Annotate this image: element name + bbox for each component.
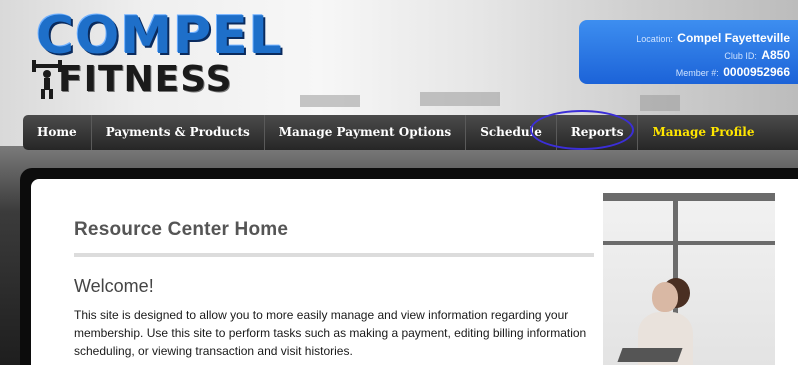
main-nav: Home Payments & Products Manage Payment … bbox=[23, 115, 798, 150]
annotation-circle bbox=[530, 110, 634, 150]
person-head bbox=[652, 282, 678, 312]
member-number-label: Member #: bbox=[675, 68, 719, 78]
title-divider bbox=[74, 253, 594, 257]
nav-manage-profile[interactable]: Manage Profile bbox=[638, 115, 768, 150]
treadmill bbox=[617, 348, 683, 362]
compel-fitness-logo[interactable]: COMPEL FITNESS bbox=[30, 8, 282, 108]
gym-equipment-graphic bbox=[640, 95, 680, 111]
logo-text-fitness: FITNESS bbox=[58, 59, 233, 100]
window-frame-rail bbox=[603, 241, 775, 245]
welcome-paragraph: This site is designed to allow you to mo… bbox=[74, 308, 587, 358]
nav-home[interactable]: Home bbox=[23, 115, 92, 150]
club-id-value: A850 bbox=[761, 48, 790, 62]
gym-equipment-graphic bbox=[420, 92, 500, 106]
page-title: Resource Center Home bbox=[74, 219, 289, 240]
gym-equipment-graphic bbox=[300, 95, 360, 107]
member-info-panel: Location: Compel Fayetteville Club ID: A… bbox=[579, 20, 798, 84]
nav-payments-products[interactable]: Payments & Products bbox=[92, 115, 265, 150]
nav-manage-payment-options[interactable]: Manage Payment Options bbox=[265, 115, 467, 150]
window-frame-top bbox=[603, 193, 775, 201]
logo-text-compel: COMPEL bbox=[36, 6, 283, 66]
club-id-label: Club ID: bbox=[724, 51, 757, 61]
location-value: Compel Fayetteville bbox=[677, 31, 790, 45]
location-label: Location: bbox=[636, 34, 673, 44]
member-number-value: 0000952966 bbox=[723, 65, 790, 79]
welcome-heading: Welcome! bbox=[74, 276, 154, 296]
